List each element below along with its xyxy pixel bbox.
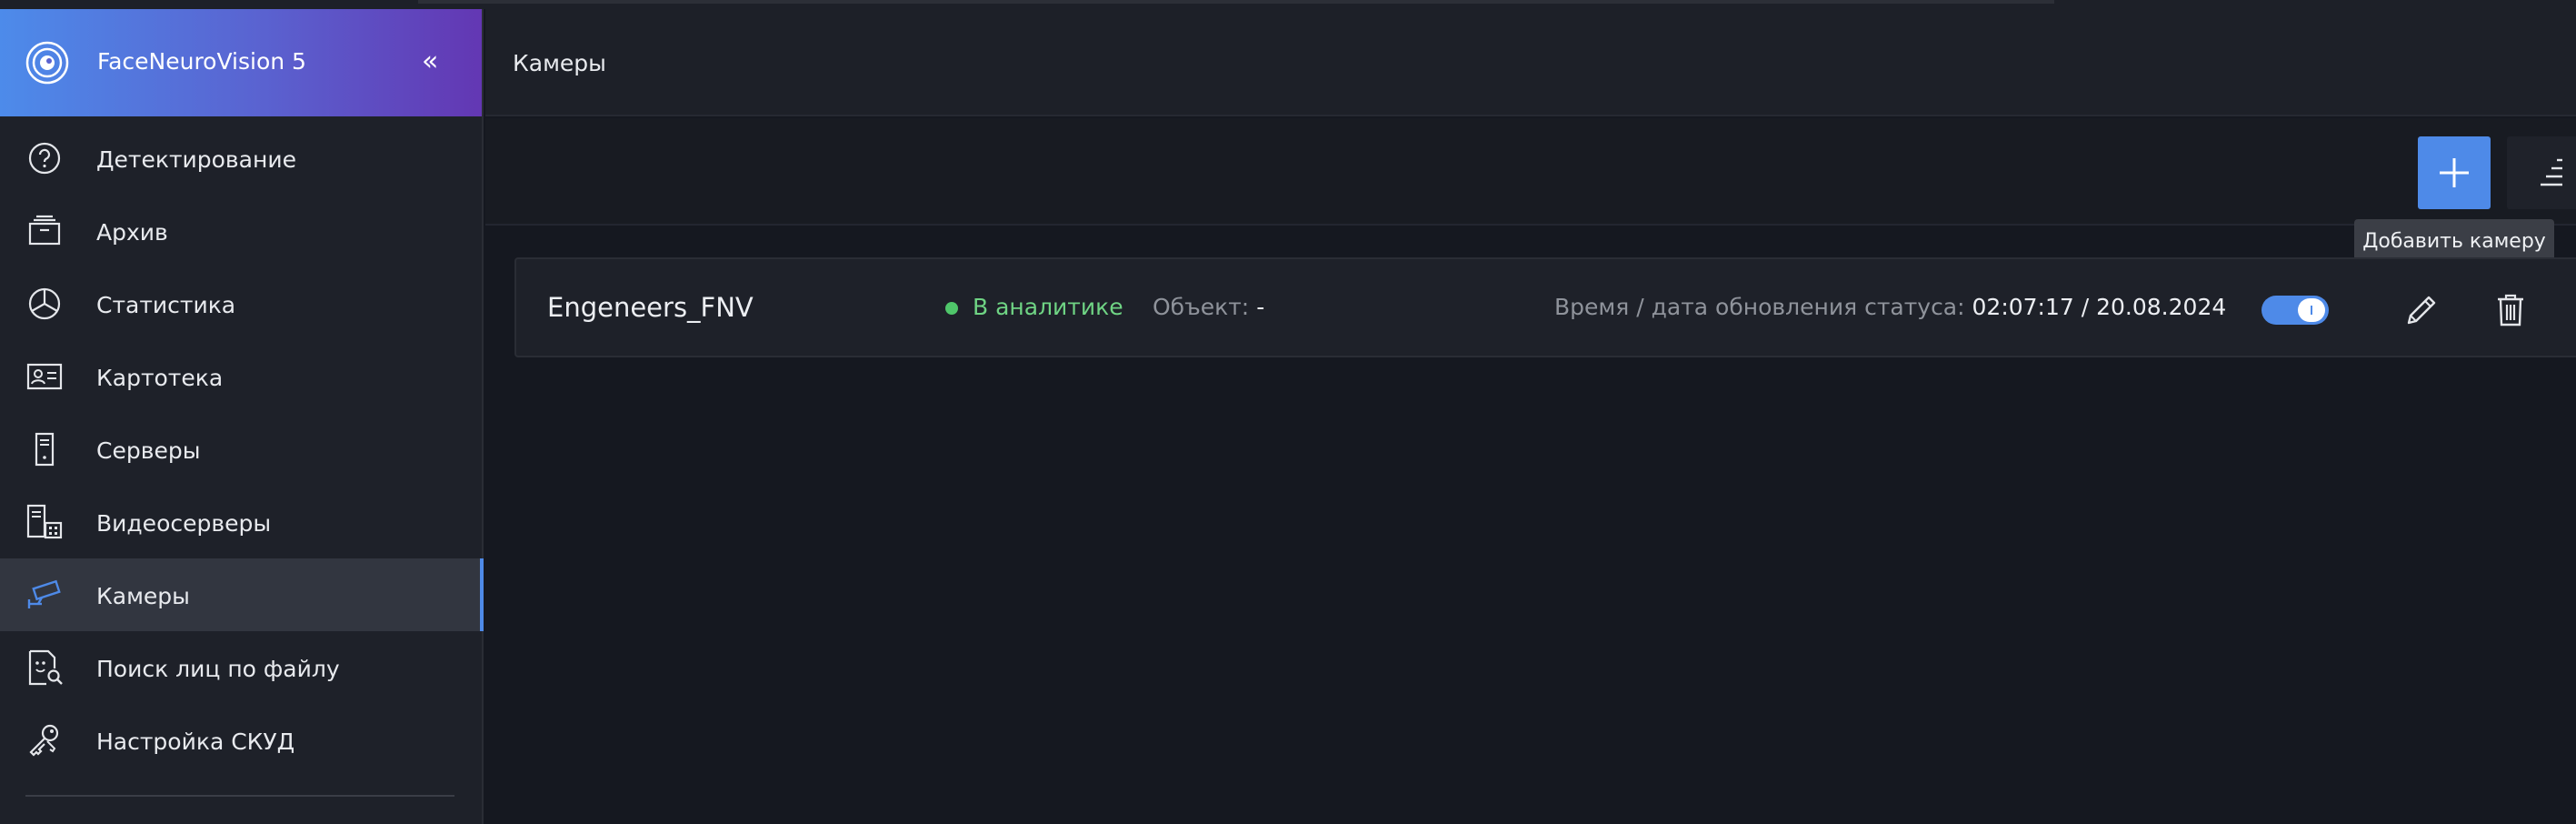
pencil-icon: [2407, 296, 2436, 325]
archive-box-icon: [25, 212, 64, 250]
pie-chart-icon: [25, 285, 64, 323]
sidebar-item-statistics[interactable]: Статистика: [0, 267, 482, 340]
updated-value: 02:07:17 / 20.08.2024: [1972, 294, 2227, 320]
sidebar-item-video-servers[interactable]: Видеосерверы: [0, 486, 482, 558]
app-name: FaceNeuroVision 5: [97, 48, 306, 75]
sidebar-item-label: Камеры: [96, 583, 190, 609]
camera-card: Engeneers_FNV В аналитике Объект: - Врем…: [514, 257, 2576, 357]
sidebar-item-label: Картотека: [96, 365, 224, 391]
status-updated: Время / дата обновления статуса: 02:07:1…: [1554, 294, 2226, 320]
camera-status: В аналитике: [973, 294, 1123, 320]
edit-camera-button[interactable]: [2401, 290, 2441, 330]
brand-header: FaceNeuroVision 5 «: [0, 9, 482, 116]
toolbar: [485, 118, 2576, 226]
object-value: -: [1256, 294, 1265, 320]
sidebar-item-card-index[interactable]: Картотека: [0, 340, 482, 413]
status-indicator: [945, 302, 958, 315]
app-logo-icon: [25, 41, 69, 85]
page-title: Камеры: [513, 50, 606, 76]
sidebar-item-label: Настройка СКУД: [96, 729, 295, 755]
camera-icon: [25, 576, 64, 614]
sidebar-item-access-control[interactable]: Настройка СКУД: [0, 704, 482, 777]
object-label: Объект:: [1153, 294, 1250, 320]
question-circle-icon: [25, 139, 64, 177]
sidebar-divider: [25, 795, 454, 797]
sidebar-item-label: Видеосерверы: [96, 510, 272, 537]
collapse-sidebar-button[interactable]: «: [422, 45, 438, 78]
sidebar-item-face-search[interactable]: Поиск лиц по файлу: [0, 631, 482, 704]
camera-name: Engeneers_FNV: [547, 292, 754, 323]
face-search-icon: [25, 648, 64, 687]
sidebar: FaceNeuroVision 5 « Детектирование Архив…: [0, 9, 484, 824]
video-server-icon: [25, 503, 64, 541]
keys-icon: [25, 721, 64, 759]
toggle-knob: [2298, 298, 2325, 322]
camera-enable-toggle[interactable]: [2261, 296, 2329, 325]
sidebar-item-label: Архив: [96, 219, 168, 246]
updated-label: Время / дата обновления статуса:: [1554, 294, 1965, 320]
sidebar-item-archive[interactable]: Архив: [0, 195, 482, 267]
sidebar-item-label: Поиск лиц по файлу: [96, 656, 340, 682]
sidebar-item-detection[interactable]: Детектирование: [0, 122, 482, 195]
sidebar-nav: Детектирование Архив Статистика Картотек…: [0, 116, 484, 777]
id-card-icon: [25, 357, 64, 396]
sort-button[interactable]: [2507, 136, 2576, 209]
sidebar-item-label: Серверы: [96, 437, 201, 464]
window-top-edge: [0, 0, 2576, 9]
sidebar-item-label: Статистика: [96, 292, 236, 318]
delete-camera-button[interactable]: [2491, 290, 2531, 330]
server-icon: [25, 430, 64, 468]
page-header: Камеры: [485, 9, 2576, 116]
sidebar-item-label: Детектирование: [96, 146, 296, 173]
trash-icon: [2498, 294, 2523, 327]
add-camera-button[interactable]: [2418, 136, 2491, 209]
sidebar-item-cameras[interactable]: Камеры: [0, 558, 484, 631]
sort-descending-icon: [2541, 158, 2562, 186]
sidebar-item-servers[interactable]: Серверы: [0, 413, 482, 486]
camera-object: Объект: -: [1153, 294, 1264, 320]
plus-icon: [2440, 158, 2469, 187]
